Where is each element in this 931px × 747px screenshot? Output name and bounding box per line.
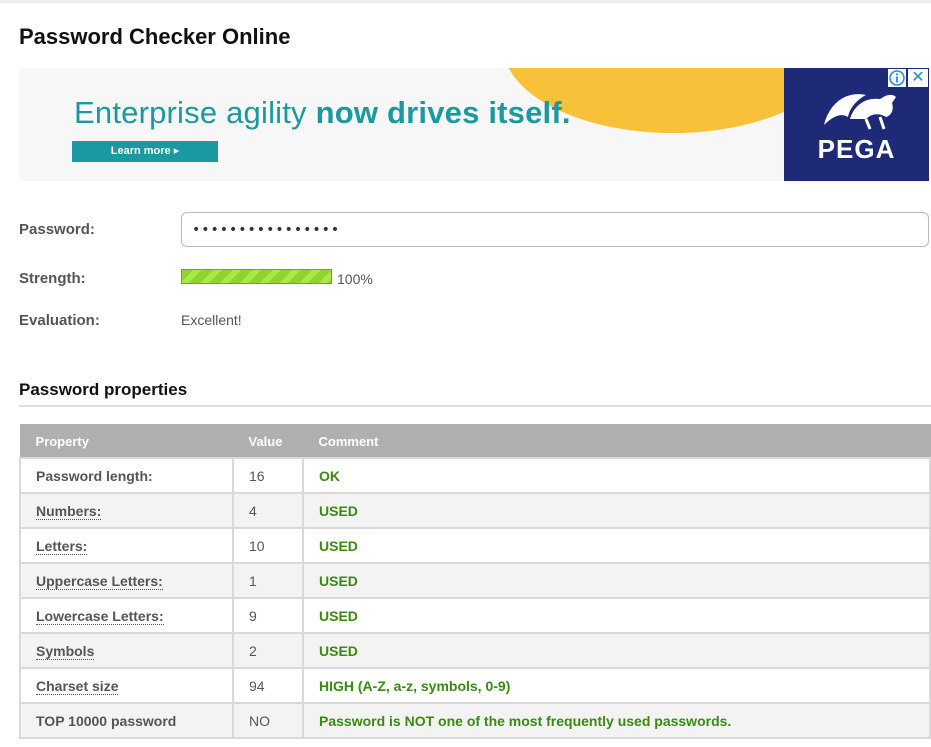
ad-brand-name: PEGA	[817, 134, 896, 164]
property-cell: Symbols	[19, 632, 234, 669]
property-cell: TOP 10000 password	[19, 702, 234, 739]
table-row: Charset size 94 HIGH (A-Z, a-z, symbols, 0…	[19, 667, 931, 704]
strength-bar-fill	[182, 270, 331, 283]
ad-banner[interactable]: Enterprise agility now drives itself. Le…	[19, 68, 929, 181]
table-row: Numbers: 4 USED	[19, 492, 931, 529]
property-cell: Password length:	[19, 457, 234, 494]
property-cell: Charset size	[19, 667, 234, 704]
property-cell: Uppercase Letters:	[19, 562, 234, 599]
property-name[interactable]: Uppercase Letters:	[36, 572, 163, 590]
value-cell: 16	[232, 457, 304, 494]
table-header-row: Property Value Comment	[19, 424, 931, 459]
strength-percent: 100%	[337, 271, 373, 287]
comment-cell: USED	[302, 597, 931, 634]
comment-cell: USED	[302, 527, 931, 564]
value-cell: 1	[232, 562, 304, 599]
property-name[interactable]: Symbols	[36, 642, 95, 660]
column-header-property: Property	[19, 424, 234, 459]
property-name[interactable]: Lowercase Letters:	[36, 607, 164, 625]
column-header-comment: Comment	[302, 424, 931, 459]
column-header-value: Value	[232, 424, 304, 459]
value-cell: 4	[232, 492, 304, 529]
value-cell: NO	[232, 702, 304, 739]
property-cell: Lowercase Letters:	[19, 597, 234, 634]
section-divider	[19, 405, 931, 407]
property-name[interactable]: Letters:	[36, 537, 88, 555]
strength-label: Strength:	[19, 270, 86, 287]
comment-cell: OK	[302, 457, 931, 494]
ad-learn-more-button[interactable]: Learn more ▸	[72, 141, 218, 162]
strength-bar	[181, 269, 332, 284]
close-icon[interactable]: ✕	[908, 69, 928, 87]
ad-headline-regular: Enterprise agility	[74, 95, 316, 130]
comment-cell: USED	[302, 492, 931, 529]
table-row: Password length: 16 OK	[19, 457, 931, 494]
evaluation-value: Excellent!	[181, 312, 242, 328]
password-label: Password:	[19, 221, 95, 238]
value-cell: 94	[232, 667, 304, 704]
value-cell: 9	[232, 597, 304, 634]
properties-table-body: Password length: 16 OK Numbers: 4 USED Letters…	[19, 457, 931, 739]
property-name: Password length:	[36, 467, 153, 484]
table-row: Uppercase Letters: 1 USED	[19, 562, 931, 599]
comment-cell: USED	[302, 632, 931, 669]
info-icon[interactable]	[888, 69, 906, 87]
top-divider	[0, 0, 931, 3]
ad-headline-bold: now drives itself.	[315, 95, 571, 130]
ad-headline[interactable]: Enterprise agility now drives itself.	[74, 95, 571, 131]
table-row: TOP 10000 password NO Password is NOT one …	[19, 702, 931, 739]
section-title: Password properties	[19, 380, 188, 399]
password-input[interactable]	[181, 212, 929, 247]
properties-table: Property Value Comment Password length: 1…	[19, 424, 931, 739]
table-row: Lowercase Letters: 9 USED	[19, 597, 931, 634]
property-name[interactable]: Numbers:	[36, 502, 102, 520]
evaluation-label: Evaluation:	[19, 312, 100, 329]
property-cell: Letters:	[19, 527, 234, 564]
page-title: Password Checker Online	[19, 24, 291, 49]
property-name: TOP 10000 password	[36, 712, 177, 729]
value-cell: 2	[232, 632, 304, 669]
pegasus-logo-icon	[824, 94, 896, 130]
table-row: Symbols 2 USED	[19, 632, 931, 669]
comment-cell: USED	[302, 562, 931, 599]
value-cell: 10	[232, 527, 304, 564]
comment-cell: HIGH (A-Z, a-z, symbols, 0-9)	[302, 667, 931, 704]
property-cell: Numbers:	[19, 492, 234, 529]
property-name[interactable]: Charset size	[36, 677, 119, 695]
table-row: Letters: 10 USED	[19, 527, 931, 564]
comment-cell: Password is NOT one of the most frequent…	[302, 702, 931, 739]
